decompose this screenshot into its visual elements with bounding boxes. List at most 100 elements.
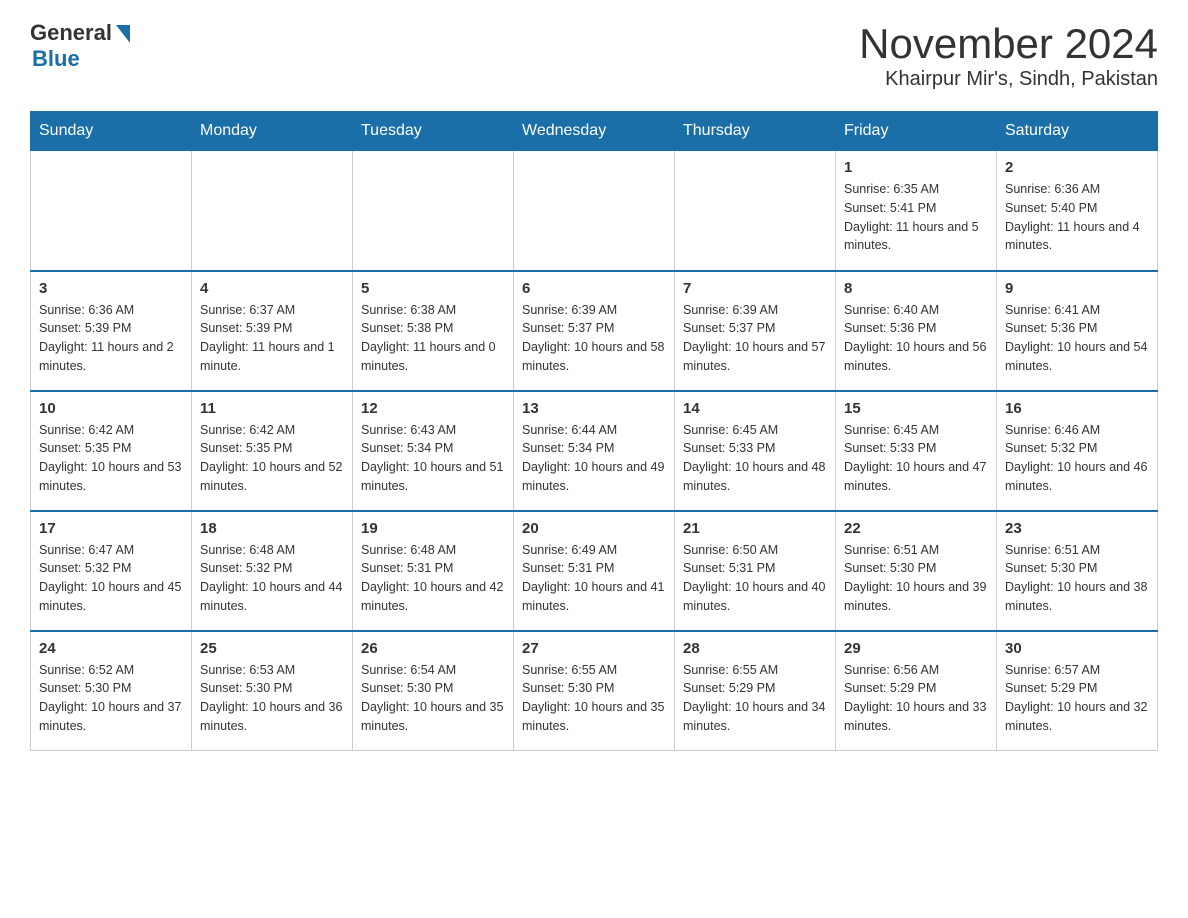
day-number: 11	[200, 400, 344, 417]
day-number: 27	[522, 640, 666, 657]
calendar-cell: 4 Sunrise: 6:37 AMSunset: 5:39 PMDaylight…	[192, 271, 353, 391]
calendar-cell: 19 Sunrise: 6:48 AMSunset: 5:31 PMDayligh…	[353, 511, 514, 631]
day-of-week-header: Friday	[836, 112, 997, 151]
calendar-cell: 27 Sunrise: 6:55 AMSunset: 5:30 PMDayligh…	[514, 631, 675, 751]
day-number: 6	[522, 280, 666, 297]
day-info: Sunrise: 6:57 AMSunset: 5:29 PMDaylight:…	[1005, 661, 1149, 736]
day-of-week-header: Sunday	[31, 112, 192, 151]
calendar-week-row: 24Sunrise: 6:52 AMSunset: 5:30 PMDayligh…	[31, 631, 1158, 751]
calendar-cell: 5 Sunrise: 6:38 AMSunset: 5:38 PMDaylight…	[353, 271, 514, 391]
calendar-cell: 1 Sunrise: 6:35 AMSunset: 5:41 PMDaylight…	[836, 151, 997, 271]
day-info: Sunrise: 6:56 AMSunset: 5:29 PMDaylight:…	[844, 661, 988, 736]
logo-arrow-icon	[116, 25, 130, 43]
day-info: Sunrise: 6:47 AMSunset: 5:32 PMDaylight:…	[39, 541, 183, 616]
calendar-cell: 17 Sunrise: 6:47 AMSunset: 5:32 PMDayligh…	[31, 511, 192, 631]
calendar-cell: 15 Sunrise: 6:45 AMSunset: 5:33 PMDayligh…	[836, 391, 997, 511]
day-number: 14	[683, 400, 827, 417]
calendar-week-row: 10 Sunrise: 6:42 AMSunset: 5:35 PMDayligh…	[31, 391, 1158, 511]
day-of-week-header: Thursday	[675, 112, 836, 151]
calendar-week-row: 3Sunrise: 6:36 AMSunset: 5:39 PMDaylight…	[31, 271, 1158, 391]
day-number: 19	[361, 520, 505, 537]
logo-general-text: General	[30, 20, 112, 46]
day-info: Sunrise: 6:49 AMSunset: 5:31 PMDaylight:…	[522, 541, 666, 616]
day-number: 10	[39, 400, 183, 417]
day-info: Sunrise: 6:45 AMSunset: 5:33 PMDaylight:…	[683, 421, 827, 496]
calendar-cell: 6 Sunrise: 6:39 AMSunset: 5:37 PMDaylight…	[514, 271, 675, 391]
calendar-title: November 2024	[859, 20, 1158, 68]
day-info: Sunrise: 6:50 AMSunset: 5:31 PMDaylight:…	[683, 541, 827, 616]
day-info: Sunrise: 6:46 AMSunset: 5:32 PMDaylight:…	[1005, 421, 1149, 496]
day-info: Sunrise: 6:45 AMSunset: 5:33 PMDaylight:…	[844, 421, 988, 496]
day-info: Sunrise: 6:55 AMSunset: 5:30 PMDaylight:…	[522, 661, 666, 736]
day-info: Sunrise: 6:39 AMSunset: 5:37 PMDaylight:…	[522, 301, 666, 376]
day-info: Sunrise: 6:42 AMSunset: 5:35 PMDaylight:…	[200, 421, 344, 496]
day-info: Sunrise: 6:43 AMSunset: 5:34 PMDaylight:…	[361, 421, 505, 496]
day-number: 20	[522, 520, 666, 537]
day-info: Sunrise: 6:38 AMSunset: 5:38 PMDaylight:…	[361, 301, 505, 376]
calendar-cell: 7Sunrise: 6:39 AMSunset: 5:37 PMDaylight…	[675, 271, 836, 391]
day-info: Sunrise: 6:37 AMSunset: 5:39 PMDaylight:…	[200, 301, 344, 376]
calendar-cell: 13Sunrise: 6:44 AMSunset: 5:34 PMDayligh…	[514, 391, 675, 511]
calendar-table: SundayMondayTuesdayWednesdayThursdayFrid…	[30, 111, 1158, 751]
day-number: 9	[1005, 280, 1149, 297]
day-number: 23	[1005, 520, 1149, 537]
calendar-cell: 24Sunrise: 6:52 AMSunset: 5:30 PMDayligh…	[31, 631, 192, 751]
day-of-week-header: Wednesday	[514, 112, 675, 151]
day-number: 24	[39, 640, 183, 657]
calendar-cell: 14 Sunrise: 6:45 AMSunset: 5:33 PMDayligh…	[675, 391, 836, 511]
day-number: 25	[200, 640, 344, 657]
day-number: 13	[522, 400, 666, 417]
day-number: 5	[361, 280, 505, 297]
day-of-week-header: Saturday	[997, 112, 1158, 151]
calendar-cell: 22 Sunrise: 6:51 AMSunset: 5:30 PMDayligh…	[836, 511, 997, 631]
day-number: 26	[361, 640, 505, 657]
calendar-cell: 21 Sunrise: 6:50 AMSunset: 5:31 PMDayligh…	[675, 511, 836, 631]
calendar-cell: 3Sunrise: 6:36 AMSunset: 5:39 PMDaylight…	[31, 271, 192, 391]
day-number: 3	[39, 280, 183, 297]
day-number: 18	[200, 520, 344, 537]
calendar-cell: 29 Sunrise: 6:56 AMSunset: 5:29 PMDayligh…	[836, 631, 997, 751]
page-header: General Blue November 2024 Khairpur Mir'…	[30, 20, 1158, 91]
day-info: Sunrise: 6:48 AMSunset: 5:31 PMDaylight:…	[361, 541, 505, 616]
calendar-cell	[192, 151, 353, 271]
day-info: Sunrise: 6:41 AMSunset: 5:36 PMDaylight:…	[1005, 301, 1149, 376]
day-number: 22	[844, 520, 988, 537]
day-number: 29	[844, 640, 988, 657]
day-info: Sunrise: 6:48 AMSunset: 5:32 PMDaylight:…	[200, 541, 344, 616]
day-number: 28	[683, 640, 827, 657]
day-number: 1	[844, 159, 988, 176]
calendar-cell: 12Sunrise: 6:43 AMSunset: 5:34 PMDayligh…	[353, 391, 514, 511]
day-number: 7	[683, 280, 827, 297]
day-info: Sunrise: 6:55 AMSunset: 5:29 PMDaylight:…	[683, 661, 827, 736]
calendar-cell	[353, 151, 514, 271]
day-number: 17	[39, 520, 183, 537]
day-info: Sunrise: 6:51 AMSunset: 5:30 PMDaylight:…	[1005, 541, 1149, 616]
calendar-subtitle: Khairpur Mir's, Sindh, Pakistan	[859, 68, 1158, 91]
logo-blue-text: Blue	[32, 46, 80, 72]
calendar-cell	[675, 151, 836, 271]
day-number: 15	[844, 400, 988, 417]
calendar-cell: 16 Sunrise: 6:46 AMSunset: 5:32 PMDayligh…	[997, 391, 1158, 511]
calendar-cell	[514, 151, 675, 271]
calendar-cell: 8 Sunrise: 6:40 AMSunset: 5:36 PMDaylight…	[836, 271, 997, 391]
calendar-cell	[31, 151, 192, 271]
calendar-cell: 11 Sunrise: 6:42 AMSunset: 5:35 PMDayligh…	[192, 391, 353, 511]
day-info: Sunrise: 6:53 AMSunset: 5:30 PMDaylight:…	[200, 661, 344, 736]
calendar-week-row: 17 Sunrise: 6:47 AMSunset: 5:32 PMDayligh…	[31, 511, 1158, 631]
day-number: 30	[1005, 640, 1149, 657]
day-info: Sunrise: 6:42 AMSunset: 5:35 PMDaylight:…	[39, 421, 183, 496]
calendar-cell: 2Sunrise: 6:36 AMSunset: 5:40 PMDaylight…	[997, 151, 1158, 271]
day-number: 16	[1005, 400, 1149, 417]
day-number: 4	[200, 280, 344, 297]
day-info: Sunrise: 6:40 AMSunset: 5:36 PMDaylight:…	[844, 301, 988, 376]
calendar-cell: 20 Sunrise: 6:49 AMSunset: 5:31 PMDayligh…	[514, 511, 675, 631]
day-info: Sunrise: 6:54 AMSunset: 5:30 PMDaylight:…	[361, 661, 505, 736]
day-info: Sunrise: 6:35 AMSunset: 5:41 PMDaylight:…	[844, 180, 988, 255]
calendar-cell: 18 Sunrise: 6:48 AMSunset: 5:32 PMDayligh…	[192, 511, 353, 631]
day-number: 21	[683, 520, 827, 537]
calendar-cell: 10 Sunrise: 6:42 AMSunset: 5:35 PMDayligh…	[31, 391, 192, 511]
calendar-cell: 30 Sunrise: 6:57 AMSunset: 5:29 PMDayligh…	[997, 631, 1158, 751]
day-info: Sunrise: 6:51 AMSunset: 5:30 PMDaylight:…	[844, 541, 988, 616]
calendar-cell: 9 Sunrise: 6:41 AMSunset: 5:36 PMDaylight…	[997, 271, 1158, 391]
day-number: 8	[844, 280, 988, 297]
